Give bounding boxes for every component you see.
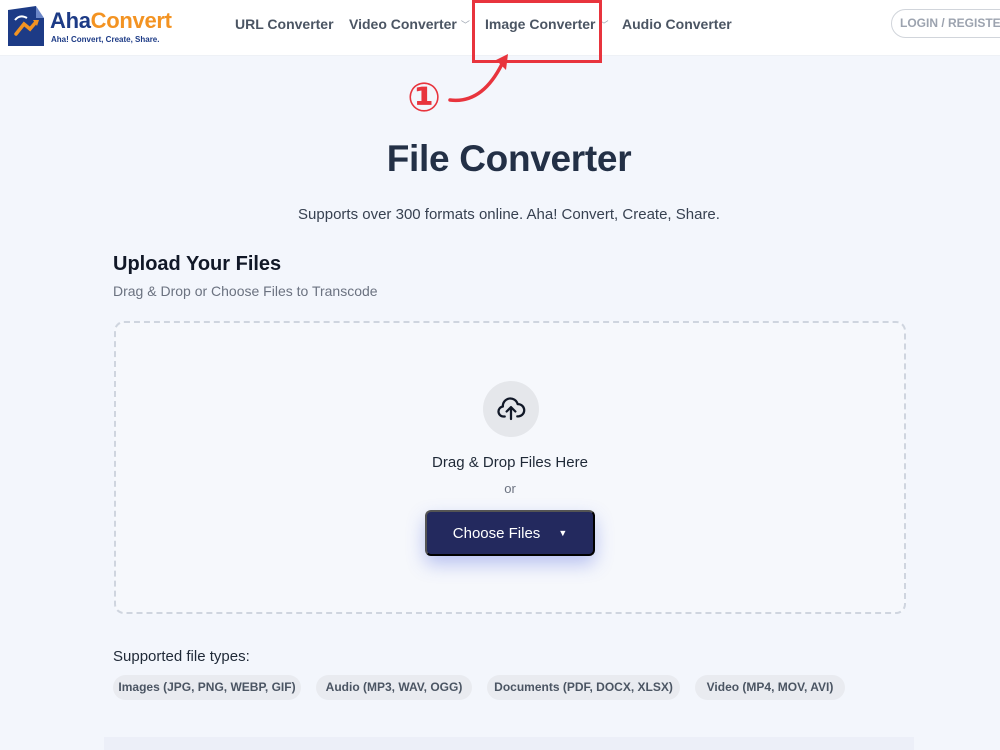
file-type-chip: Video (MP4, MOV, AVI) [695,675,845,700]
nav-url-converter[interactable]: URL Converter [235,16,334,32]
file-type-chip: Documents (PDF, DOCX, XLSX) [487,675,680,700]
logo-text: AhaConvert [50,8,172,33]
site-logo[interactable]: AhaConvert Aha! Convert, Create, Share. [6,6,186,46]
upload-icon-circle [483,381,539,437]
upload-subheading: Drag & Drop or Choose Files to Transcode [113,283,378,299]
page-title: File Converter [386,138,632,179]
file-drop-zone[interactable]: Drag & Drop Files Here or Choose Files ▼ [114,321,906,614]
chevron-down-icon: ﹀ [460,19,470,30]
page-subtitle: Supports over 300 formats online. Aha! C… [298,206,720,223]
annotation-step-number: ① [407,76,441,120]
nav-video-converter[interactable]: Video Converter ﹀ [349,16,470,32]
or-separator: or [504,481,516,496]
next-section-card [104,737,914,750]
choose-files-label: Choose Files [452,524,541,542]
nav-audio-converter[interactable]: Audio Converter [622,16,732,32]
login-register-button[interactable]: LOGIN / REGISTER [891,9,1000,38]
drop-instruction: Drag & Drop Files Here [432,454,588,471]
upload-heading: Upload Your Files [113,253,282,275]
file-type-chip: Images (JPG, PNG, WEBP, GIF) [113,675,301,700]
logo-tagline: Aha! Convert, Create, Share. [51,35,160,44]
logo-mark-icon [8,6,44,46]
file-type-chip: Audio (MP3, WAV, OGG) [316,675,472,700]
cloud-upload-icon [497,397,526,421]
supported-types-label: Supported file types: [113,648,250,665]
annotation-arrow-icon [448,54,508,103]
caret-down-icon: ▼ [558,528,568,538]
choose-files-button[interactable]: Choose Files ▼ [425,510,595,556]
